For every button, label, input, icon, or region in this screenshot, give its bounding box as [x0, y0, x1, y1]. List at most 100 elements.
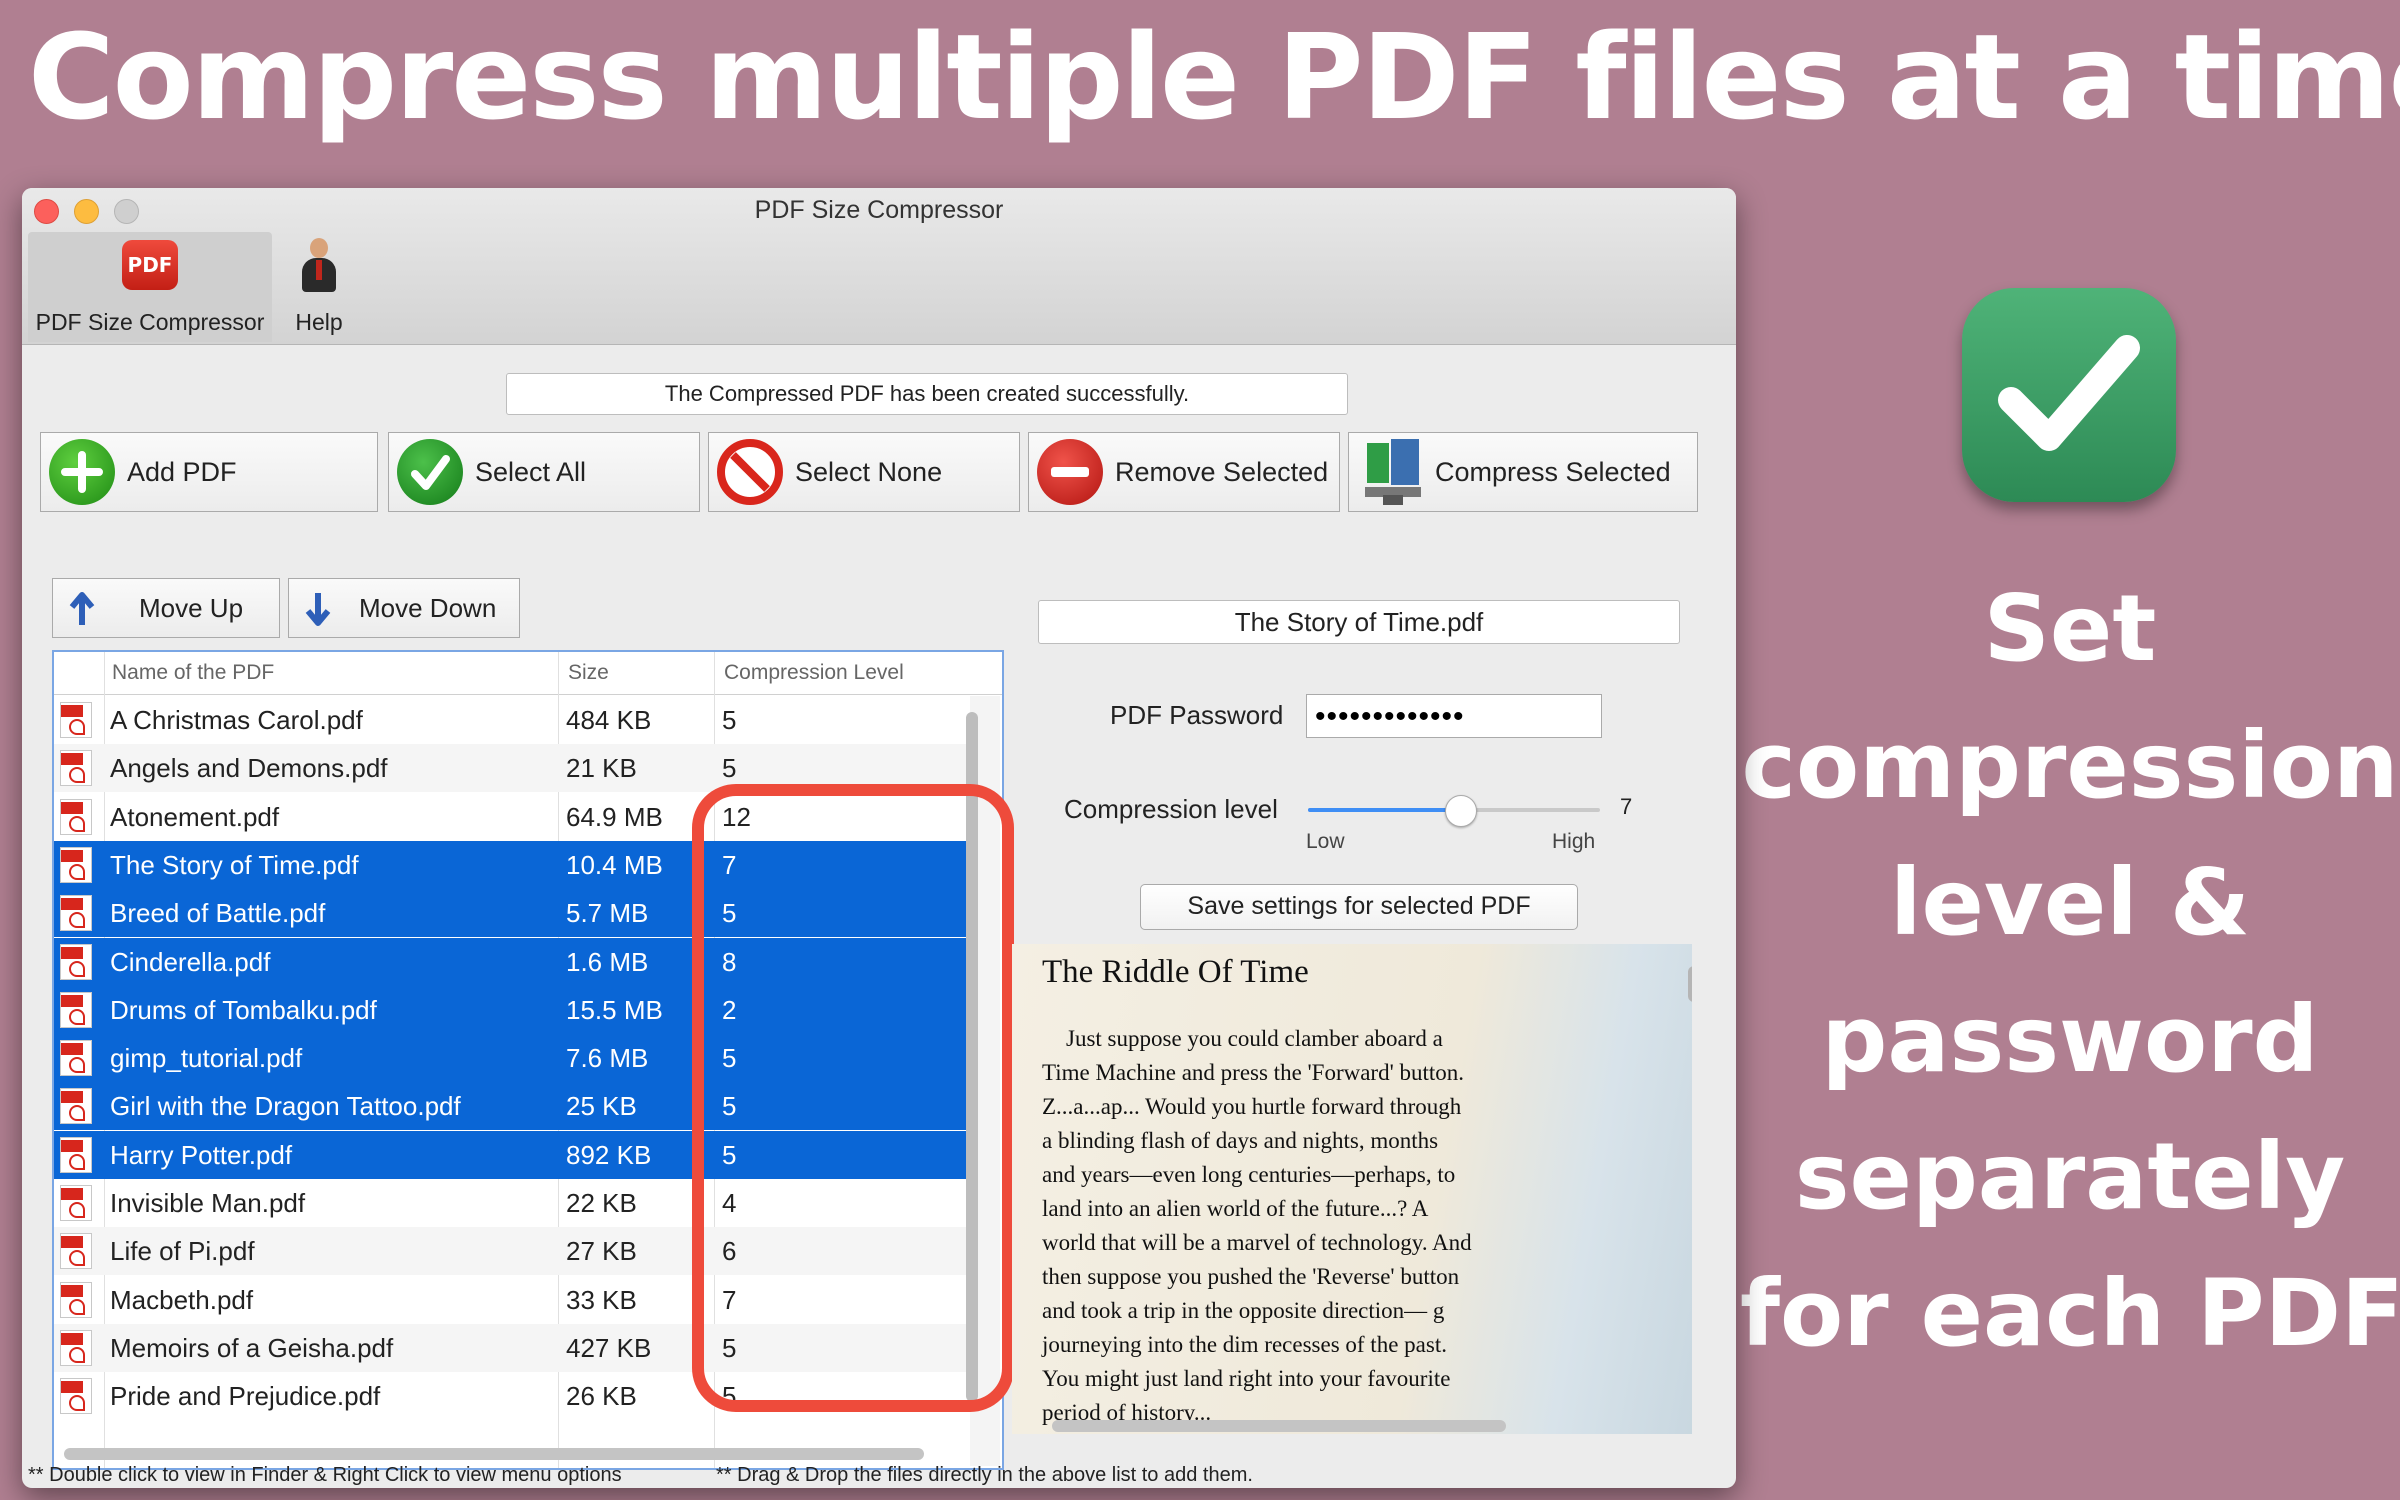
no-entry-icon — [717, 439, 783, 505]
pdf-file-icon — [60, 1233, 92, 1270]
compression-level-value: 7 — [1620, 794, 1633, 819]
add-icon — [49, 439, 115, 505]
pdf-preview[interactable]: The Riddle Of Time Just suppose you coul… — [1012, 944, 1692, 1434]
arrow-down-icon — [305, 593, 331, 626]
cell-name: Harry Potter.pdf — [110, 1139, 293, 1170]
slider-low-label: Low — [1306, 830, 1345, 853]
cell-name: Atonement.pdf — [110, 801, 280, 832]
cell-name: Breed of Battle.pdf — [110, 898, 326, 929]
side-caption-line: for each PDF — [1740, 1260, 2400, 1367]
cell-size: 22 KB — [566, 1188, 637, 1218]
pdf-file-icon — [60, 895, 92, 932]
table-row[interactable]: A Christmas Carol.pdf 484 KB 5 — [54, 696, 970, 744]
cell-size: 25 KB — [566, 1091, 637, 1122]
move-up-label: Move Up — [139, 593, 244, 623]
footer-note-right: ** Drag & Drop the files directly in the… — [716, 1464, 1253, 1486]
compress-selected-button[interactable]: Compress Selected — [1348, 432, 1698, 512]
cell-name: The Story of Time.pdf — [110, 849, 359, 880]
remove-selected-label: Remove Selected — [1115, 457, 1329, 487]
preview-vertical-scroll-thumb[interactable] — [1688, 966, 1692, 1002]
checkmark-icon — [397, 439, 463, 505]
preview-line: land into an alien world of the future..… — [1042, 1196, 1429, 1221]
arrow-up-icon — [69, 592, 95, 625]
preview-line: then suppose you pushed the 'Reverse' bu… — [1042, 1264, 1460, 1289]
side-caption-line: separately — [1794, 1123, 2346, 1230]
cell-name: gimp_tutorial.pdf — [110, 1043, 303, 1074]
pdf-file-icon — [60, 1329, 92, 1366]
toolbar-help-label: Help — [295, 309, 343, 335]
select-none-button[interactable]: Select None — [708, 432, 1020, 512]
password-label: PDF Password — [1110, 700, 1284, 730]
move-up-button[interactable]: Move Up — [52, 578, 280, 638]
preview-line: world that will be a marvel of technolog… — [1042, 1230, 1472, 1255]
select-all-label: Select All — [475, 457, 587, 487]
window-title: PDF Size Compressor — [754, 196, 1004, 224]
footer-note-left: ** Double click to view in Finder & Righ… — [28, 1464, 622, 1486]
slider-knob[interactable] — [1444, 795, 1477, 827]
pdf-file-icon — [60, 750, 92, 787]
preview-title: The Riddle Of Time — [1042, 954, 1309, 990]
preview-line: and took a trip in the opposite directio… — [1042, 1298, 1445, 1323]
cell-name: Memoirs of a Geisha.pdf — [110, 1332, 394, 1363]
preview-line: Z...a...ap... Would you hurtle forward t… — [1042, 1094, 1462, 1119]
cell-name: Macbeth.pdf — [110, 1284, 254, 1315]
cell-size: 64.9 MB — [566, 801, 663, 832]
selected-file-name: The Story of Time.pdf — [1038, 600, 1680, 644]
side-caption-line: password — [1821, 986, 2319, 1093]
preview-line: a blinding flash of days and nights, mon… — [1042, 1128, 1439, 1153]
side-caption-line: compression — [1741, 712, 2399, 819]
save-settings-button[interactable]: Save settings for selected PDF — [1140, 884, 1578, 930]
cell-size: 1.6 MB — [566, 946, 649, 977]
toolbar-compressor-label: PDF Size Compressor — [35, 309, 265, 335]
pdf-file-icon — [60, 846, 92, 883]
header-compression-level[interactable]: Compression Level — [724, 652, 904, 694]
header-name[interactable]: Name of the PDF — [112, 652, 274, 694]
preview-body: Just suppose you could clamber aboard a T… — [1042, 1022, 1582, 1430]
cell-name: A Christmas Carol.pdf — [110, 705, 363, 735]
status-message: The Compressed PDF has been created succ… — [506, 373, 1348, 415]
side-caption-line: level & — [1889, 849, 2251, 956]
preview-horizontal-scroll-thumb[interactable] — [1052, 1420, 1506, 1432]
preview-line: and years—even long centuries—perhaps, t… — [1042, 1162, 1456, 1187]
help-person-icon — [300, 238, 338, 294]
pdf-file-icon — [60, 1040, 92, 1077]
cell-size: 26 KB — [566, 1381, 637, 1412]
side-caption: Set compression level & password separately f… — [1740, 560, 2400, 1382]
side-caption-line: Set — [1983, 575, 2157, 682]
add-pdf-button[interactable]: Add PDF — [40, 432, 378, 512]
horizontal-scroll-thumb[interactable] — [64, 1448, 924, 1460]
slider-high-label: High — [1552, 830, 1596, 853]
cell-size: 7.6 MB — [566, 1043, 649, 1074]
preview-line: Time Machine and press the 'Forward' but… — [1042, 1060, 1465, 1085]
toolbar-pdf-size-compressor[interactable]: PDF PDF Size Compressor — [28, 232, 272, 342]
cell-size: 21 KB — [566, 753, 637, 784]
cell-name: Life of Pi.pdf — [110, 1236, 255, 1267]
preview-line: You might just land right into your favo… — [1042, 1366, 1451, 1391]
compression-level-label: Compression level — [1064, 794, 1278, 824]
pdf-password-field[interactable]: ••••••••••••• — [1306, 694, 1602, 738]
app-window: PDF Size Compressor PDF PDF Size Compres… — [22, 188, 1736, 1488]
pdf-icon: PDF — [122, 240, 178, 290]
cell-compression-level[interactable]: 5 — [722, 696, 962, 744]
cell-name: Angels and Demons.pdf — [110, 753, 388, 784]
compression-level-highlight — [692, 784, 1014, 1412]
cell-name: Pride and Prejudice.pdf — [110, 1381, 381, 1412]
cell-size: 5.7 MB — [566, 898, 649, 929]
move-down-button[interactable]: Move Down — [288, 578, 520, 638]
header-size[interactable]: Size — [568, 652, 609, 694]
cell-name: Cinderella.pdf — [110, 946, 271, 977]
checkmark-badge-icon — [1962, 288, 2176, 502]
toolbar-help[interactable]: Help — [284, 232, 354, 342]
pdf-file-icon — [60, 943, 92, 980]
pdf-file-icon — [60, 702, 92, 738]
remove-selected-button[interactable]: Remove Selected — [1028, 432, 1340, 512]
cell-size: 33 KB — [566, 1284, 637, 1315]
pdf-file-icon — [60, 1088, 92, 1125]
select-all-button[interactable]: Select All — [388, 432, 700, 512]
cell-size: 484 KB — [566, 705, 652, 735]
cell-name: Girl with the Dragon Tattoo.pdf — [110, 1091, 461, 1122]
minus-icon — [1037, 439, 1103, 505]
pdf-file-icon — [60, 991, 92, 1028]
cell-size: 10.4 MB — [566, 849, 663, 880]
cell-size: 15.5 MB — [566, 994, 663, 1025]
